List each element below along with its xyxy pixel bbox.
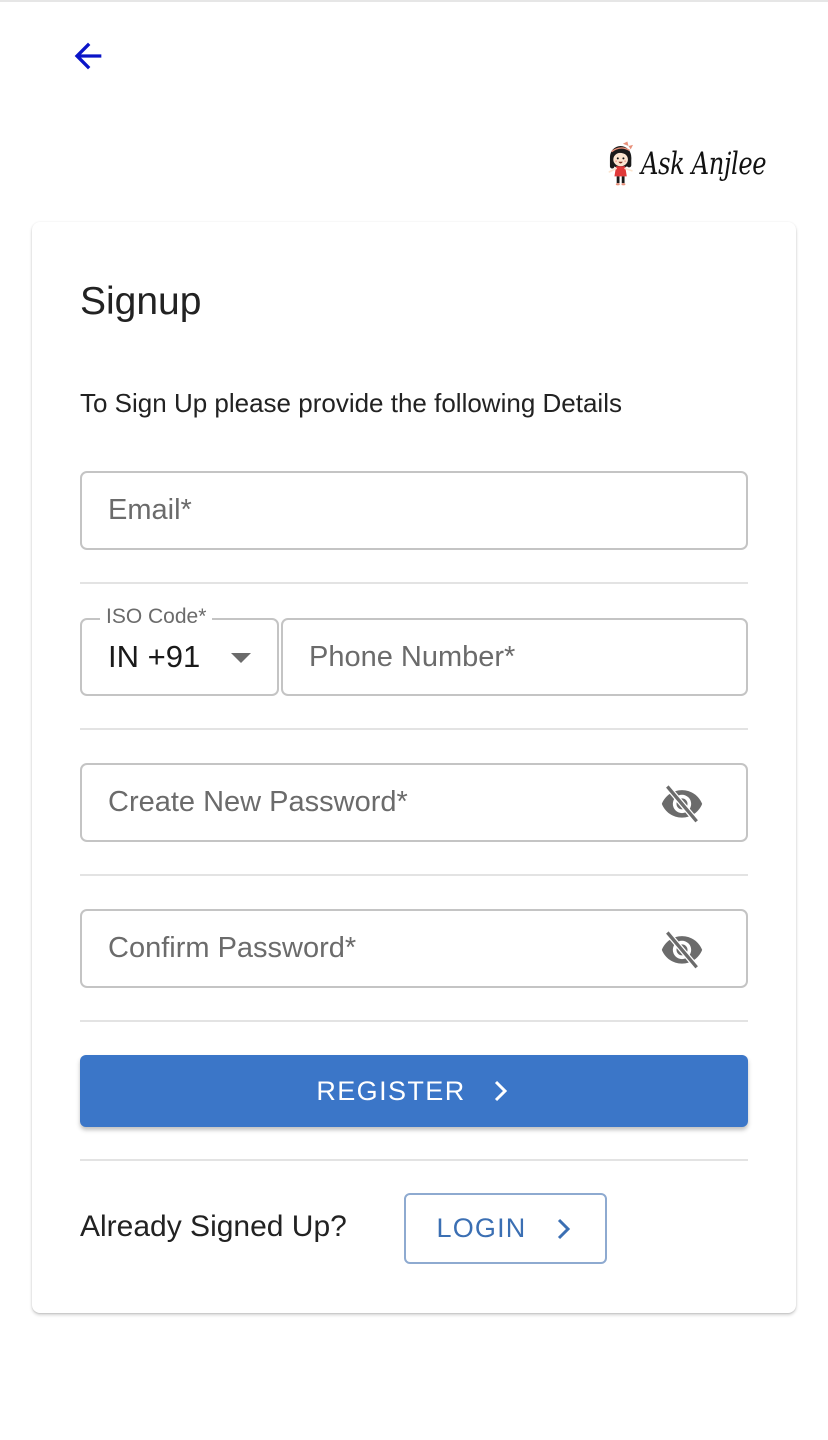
divider: [80, 874, 748, 876]
toggle-new-password-visibility[interactable]: [658, 781, 706, 825]
eye-off-icon: [661, 930, 703, 969]
divider: [80, 582, 748, 584]
phone-number-input[interactable]: [309, 620, 672, 694]
girl-mascot-icon: [608, 141, 633, 186]
signup-card: Signup To Sign Up please provide the fol…: [32, 222, 796, 1313]
new-password-input[interactable]: [108, 765, 672, 840]
iso-code-value: IN +91: [108, 639, 201, 674]
top-border: [0, 0, 828, 2]
signup-instructions: To Sign Up please provide the following …: [80, 388, 622, 418]
new-password-field[interactable]: [80, 763, 748, 842]
chevron-right-icon: [490, 1078, 512, 1104]
chevron-right-icon: [553, 1216, 575, 1242]
divider: [80, 728, 748, 730]
login-button-label: LOGIN: [436, 1213, 527, 1243]
register-button[interactable]: REGISTER: [80, 1055, 748, 1127]
confirm-password-field[interactable]: [80, 909, 748, 988]
arrow-left-icon: [74, 42, 102, 70]
divider: [80, 1159, 748, 1161]
eye-off-icon: [661, 784, 703, 823]
email-field[interactable]: [80, 471, 748, 550]
email-input[interactable]: [108, 473, 672, 548]
logo-text: Ask Anjlee: [641, 146, 767, 182]
phone-field[interactable]: [281, 618, 748, 696]
already-signed-up-text: Already Signed Up?: [80, 1210, 347, 1243]
divider: [80, 1020, 748, 1022]
register-button-label: REGISTER: [316, 1075, 466, 1106]
page-title: Signup: [80, 280, 202, 323]
back-button[interactable]: [62, 32, 114, 80]
iso-code-select[interactable]: ISO Code* IN +91: [80, 604, 279, 696]
caret-down-icon: [231, 653, 251, 663]
login-button[interactable]: LOGIN: [404, 1193, 607, 1264]
toggle-confirm-password-visibility[interactable]: [658, 927, 706, 971]
logo: Ask Anjlee: [606, 122, 802, 206]
confirm-password-input[interactable]: [108, 911, 672, 986]
